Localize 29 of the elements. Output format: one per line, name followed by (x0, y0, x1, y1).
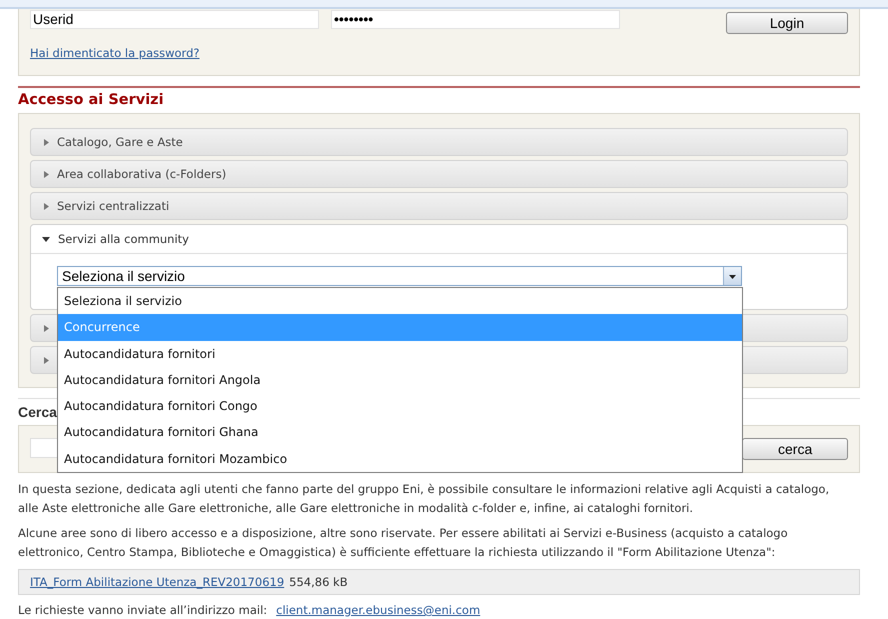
caret-icon (44, 324, 49, 332)
input-field[interactable]: Userid (30, 10, 319, 29)
caret-icon (42, 236, 50, 242)
caret-icon (44, 356, 49, 364)
section-heading: Cerca (18, 404, 57, 421)
caret-icon (44, 202, 49, 210)
dropdown-option[interactable]: Seleziona il servizio (58, 288, 742, 314)
accordion-header[interactable]: Area collaborativa (c-Folders) (30, 160, 848, 188)
file-link[interactable]: ITA_Form Abilitazione Utenza_REV20170619 (30, 575, 284, 589)
dropdown-option[interactable]: Autocandidatura fornitori Ghana (58, 419, 742, 446)
caret-icon (44, 170, 49, 178)
dropdown-option[interactable]: Autocandidatura fornitori Mozambico (58, 446, 742, 472)
paragraph: In questa sezione, dedicata agli utenti che fanno parte del gruppo Eni, è possibile consultare le informazioni relative agli Acquisti a catalogo, alle Aste elettroniche alle Gare elettroniche, alle Gare elettroniche in modalità c-folder e, infine, ai cataloghi fornitori. (18, 481, 830, 517)
forgot-password-link[interactable]: Hai dimenticato la password? (30, 46, 200, 60)
password-field[interactable]: •••••••• (331, 10, 620, 29)
email-link[interactable]: client.manager.ebusiness@eni.com (276, 603, 480, 617)
dropdown-option[interactable]: Autocandidatura fornitori (58, 340, 742, 367)
search-button[interactable]: cerca (742, 438, 848, 460)
select-field[interactable]: Seleziona il servizio (57, 266, 742, 286)
dropdown-option[interactable]: Autocandidatura fornitori Angola (58, 366, 742, 394)
accordion-header[interactable]: Catalogo, Gare e Aste (30, 128, 848, 156)
caret-icon (44, 138, 49, 146)
section-heading: Accesso ai Servizi (18, 92, 164, 109)
login-button[interactable]: Login (726, 12, 848, 34)
file-size: 554,86 kB (289, 575, 348, 589)
accordion-header[interactable]: Servizi centralizzati (30, 192, 848, 220)
dropdown-option[interactable]: Autocandidatura fornitori Congo (58, 393, 742, 420)
mail-label: Le richieste vanno inviate all’indirizzo mail: (18, 603, 268, 617)
paragraph: Alcune aree sono di libero accesso e a disposizione, altre sono riservate. Per essere abilitati ai Servizi e-Business (acquisto a catalogo elettronico, Centro Stampa, Biblioteche e Omaggistica) è sufficiente effettuare la richiesta utilizzando il "Form Abilitazione Utenza": (18, 525, 789, 561)
